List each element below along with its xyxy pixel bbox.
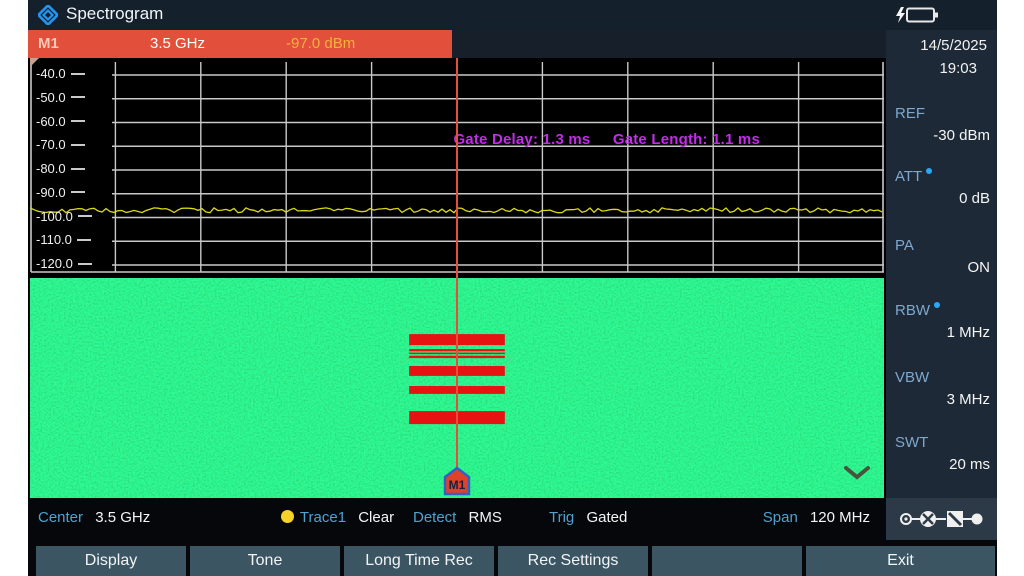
softkey-exit[interactable]: Exit [806, 546, 995, 576]
trace-readout[interactable]: Trace1 Clear [281, 509, 394, 526]
status-bar: Center 3.5 GHz Trace1 Clear Detect RMS T… [28, 498, 886, 540]
softkey-row: DisplayToneLong Time RecRec Settings Exit [28, 540, 997, 576]
sidebar-param-att-label[interactable]: ATT [895, 168, 932, 185]
y-tick-label: -40.0 [36, 66, 85, 81]
sidebar-param-rbw-label[interactable]: RBW [895, 302, 940, 319]
trig-value: Gated [586, 509, 627, 526]
coupled-dot-icon [926, 168, 932, 174]
settings-sidebar: 14/5/2025 19:03 REF -30 dBm ATT 0 dB PA ON RBW… [886, 30, 997, 498]
detect-value: RMS [469, 509, 502, 526]
signal-chain-icon [898, 507, 986, 531]
coupled-dot-icon [934, 302, 940, 308]
y-tick-label: -90.0 [36, 185, 85, 200]
marker-line[interactable] [456, 58, 458, 468]
sidebar-param-rbw-value[interactable]: 1 MHz [947, 324, 990, 341]
softkey-rec-settings[interactable]: Rec Settings [498, 546, 648, 576]
marker-name: M1 [38, 35, 59, 52]
gate-annotation: Gate Delay: 1.3 ms Gate Length: 1.1 ms [453, 131, 760, 148]
marker-frequency: 3.5 GHz [150, 35, 205, 52]
gate-delay-text: Gate Delay: 1.3 ms [453, 131, 590, 148]
y-tick-label: -120.0 [36, 256, 92, 271]
sidebar-param-ref-label[interactable]: REF [895, 105, 925, 122]
detect-label: Detect [413, 509, 456, 526]
signal-chain-panel[interactable] [886, 498, 997, 540]
marker-level: -97.0 dBm [286, 35, 355, 52]
scroll-down-chevron-icon[interactable] [843, 464, 871, 482]
softkey-tone[interactable]: Tone [190, 546, 340, 576]
center-label: Center [38, 509, 83, 526]
detect-readout[interactable]: Detect RMS [413, 509, 502, 526]
y-tick-label: -50.0 [36, 90, 85, 105]
trig-label: Trig [549, 509, 574, 526]
y-tick-label: -60.0 [36, 114, 85, 129]
center-value: 3.5 GHz [95, 509, 150, 526]
sidebar-param-swt-label[interactable]: SWT [895, 434, 928, 451]
span-label: Span [763, 509, 798, 526]
sidebar-param-pa-value[interactable]: ON [968, 259, 991, 276]
sidebar-param-att-value[interactable]: 0 dB [959, 190, 990, 207]
marker-bar-highlight: M1 3.5 GHz -97.0 dBm [28, 30, 452, 58]
span-readout[interactable]: Span 120 MHz [763, 509, 870, 526]
page-title: Spectrogram [66, 4, 163, 24]
battery-charging-icon [893, 6, 939, 24]
gate-length-text: Gate Length: 1.1 ms [613, 131, 760, 148]
trace-label: Trace1 [300, 509, 346, 526]
sidebar-param-pa-label[interactable]: PA [895, 237, 914, 254]
y-tick-label: -110.0 [36, 232, 91, 247]
title-bar: Spectrogram [28, 0, 997, 30]
marker-flag-label: M1 [449, 478, 466, 492]
date-text: 14/5/2025 [920, 34, 987, 57]
y-tick-label: -70.0 [36, 137, 85, 152]
softkey-display[interactable]: Display [36, 546, 186, 576]
sidebar-param-ref-value[interactable]: -30 dBm [933, 127, 990, 144]
span-value: 120 MHz [810, 509, 870, 526]
sidebar-param-vbw-value[interactable]: 3 MHz [947, 391, 990, 408]
rohde-schwarz-logo-icon [38, 5, 58, 25]
time-text: 19:03 [920, 57, 987, 80]
datetime-display: 14/5/2025 19:03 [920, 34, 987, 80]
center-frequency-readout[interactable]: Center 3.5 GHz [38, 509, 150, 526]
y-tick-label: -100.0 [36, 209, 92, 224]
analyzer-screen: Spectrogram M1 3.5 GHz -97.0 dBm -40.0 -5… [28, 0, 997, 576]
trace1-color-dot-icon [281, 510, 294, 523]
marker-readout-bar: M1 3.5 GHz -97.0 dBm [28, 30, 997, 58]
sidebar-param-vbw-label[interactable]: VBW [895, 369, 929, 386]
marker-m1-flag[interactable]: M1 [441, 466, 473, 496]
trigger-readout[interactable]: Trig Gated [549, 509, 627, 526]
softkey-long-time-rec[interactable]: Long Time Rec [344, 546, 494, 576]
sidebar-param-swt-value[interactable]: 20 ms [949, 456, 990, 473]
softkey-blank[interactable] [652, 546, 802, 576]
trace-value: Clear [358, 509, 394, 526]
y-tick-label: -80.0 [36, 161, 85, 176]
